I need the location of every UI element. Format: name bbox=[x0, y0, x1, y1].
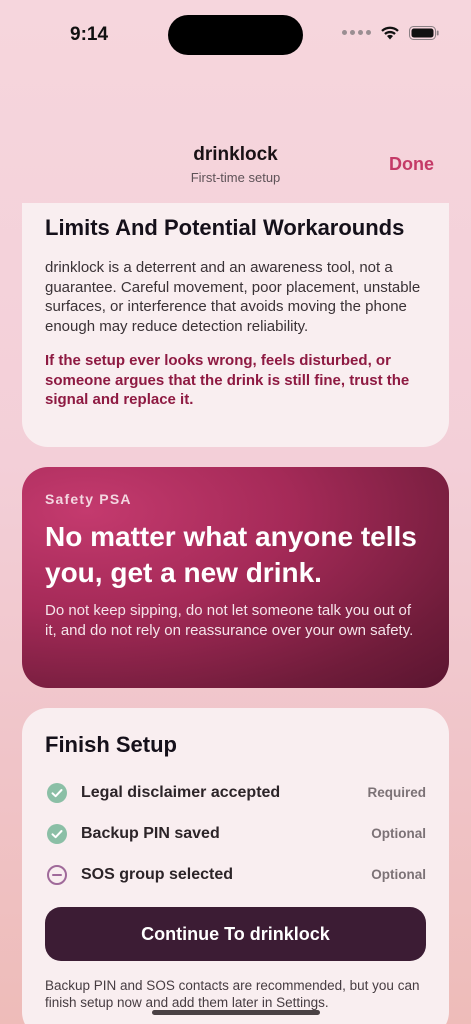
home-indicator[interactable] bbox=[152, 1010, 320, 1015]
minus-circle-icon bbox=[47, 864, 67, 885]
requirement-tag: Optional bbox=[371, 826, 426, 841]
requirements-list: Legal disclaimer accepted Required Backu… bbox=[45, 772, 426, 895]
requirement-tag: Required bbox=[367, 785, 426, 800]
limits-body: drinklock is a deterrent and an awarenes… bbox=[45, 259, 421, 335]
check-circle-icon bbox=[47, 782, 67, 803]
psa-label: Safety PSA bbox=[45, 491, 132, 507]
done-button[interactable]: Done bbox=[389, 154, 434, 175]
requirement-label: SOS group selected bbox=[81, 865, 234, 883]
requirement-label: Legal disclaimer accepted bbox=[81, 783, 281, 801]
limits-card: Limits And Potential Workarounds drinklo… bbox=[22, 203, 449, 447]
requirement-label: Backup PIN saved bbox=[81, 824, 220, 842]
list-item: SOS group selected Optional bbox=[45, 854, 426, 895]
finish-title: Finish Setup bbox=[45, 732, 177, 757]
navigation-bar: drinklock First-time setup Done bbox=[0, 140, 471, 190]
dynamic-island bbox=[168, 15, 303, 55]
continue-button[interactable]: Continue To drinklock bbox=[45, 907, 426, 961]
requirement-tag: Optional bbox=[371, 867, 426, 882]
wifi-icon bbox=[380, 25, 400, 40]
finish-setup-card: Finish Setup Legal disclaimer accepted R… bbox=[22, 708, 449, 1024]
list-item: Legal disclaimer accepted Required bbox=[45, 772, 426, 813]
status-indicators bbox=[342, 25, 439, 40]
psa-body: Do not keep sipping, do not let someone … bbox=[45, 602, 414, 639]
limits-warning: If the setup ever looks wrong, feels dis… bbox=[45, 352, 410, 408]
list-item: Backup PIN saved Optional bbox=[45, 813, 426, 854]
status-bar: 9:14 bbox=[0, 0, 471, 70]
cellular-signal-icon bbox=[342, 30, 371, 35]
check-circle-icon bbox=[47, 823, 67, 844]
safety-psa-card: Safety PSA No matter what anyone tells y… bbox=[22, 467, 449, 688]
finish-note: Backup PIN and SOS contacts are recommen… bbox=[45, 978, 420, 1010]
status-time: 9:14 bbox=[70, 24, 109, 45]
limits-title: Limits And Potential Workarounds bbox=[45, 215, 405, 240]
psa-headline: No matter what anyone tells you, get a n… bbox=[45, 521, 417, 588]
battery-icon bbox=[409, 25, 439, 40]
